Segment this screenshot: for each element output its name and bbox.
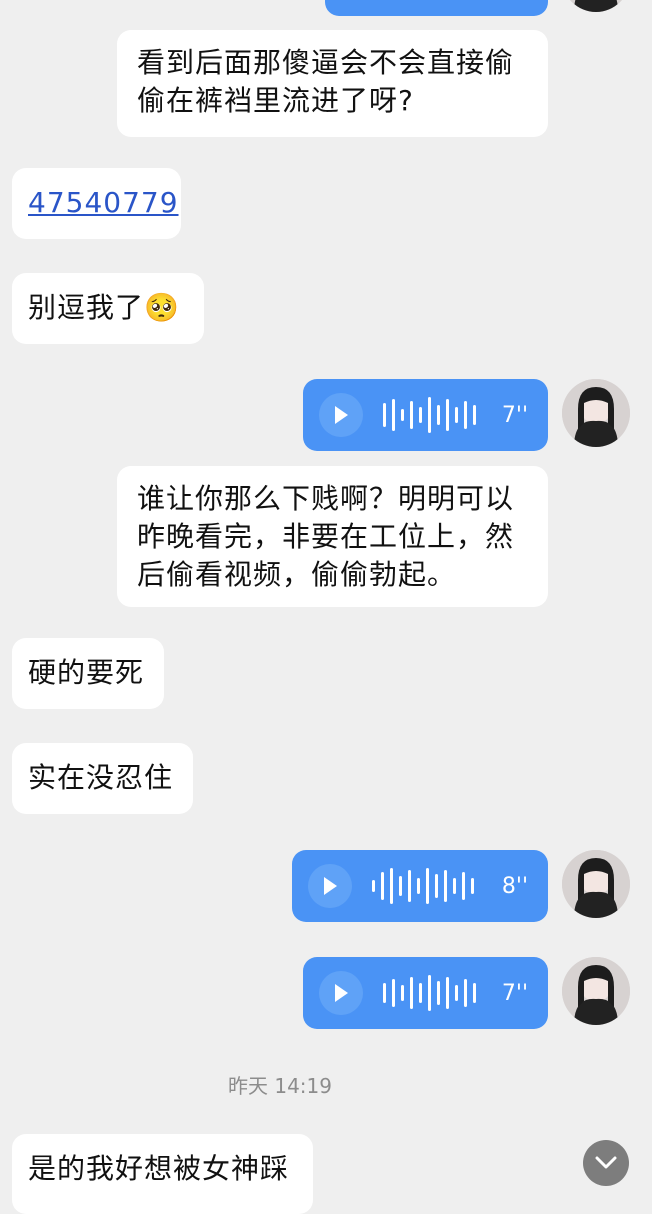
waveform-icon [383,975,476,1011]
voice-message[interactable]: 7'' [303,957,548,1029]
waveform-icon [372,868,474,904]
voice-duration: 8'' [501,873,528,899]
play-icon[interactable] [308,864,352,908]
play-icon[interactable] [319,971,363,1015]
message-text-line: 偷在裤裆里流进了呀? [137,84,414,117]
message-text-line: 看到后面那傻逼会不会直接偷 [137,46,515,79]
voice-message-top-partial[interactable] [325,0,548,16]
message-text: 别逗我了 [28,291,145,324]
avatar-image [562,850,630,918]
voice-message[interactable]: 7'' [303,379,548,451]
avatar-image [562,0,630,12]
message-bubble[interactable]: 硬的要死 [12,638,164,709]
voice-duration: 7'' [501,980,528,1006]
chevron-down-icon [595,1156,617,1169]
message-text: 硬的要死 [28,656,145,689]
message-bubble[interactable]: 实在没忍住 [12,743,193,814]
avatar[interactable] [562,850,630,918]
pleading-face-icon: 🥺 [144,291,180,324]
message-bubble[interactable]: 谁让你那么下贱啊？明明可以 昨晚看完，非要在工位上，然 后偷看视频，偷偷勃起。 [117,466,548,607]
avatar[interactable] [562,379,630,447]
avatar-image [562,379,630,447]
voice-message[interactable]: 8'' [292,850,548,922]
message-bubble[interactable]: 别逗我了🥺 [12,273,204,344]
waveform-icon [383,397,476,433]
message-bubble[interactable]: 是的我好想被女神踩 [12,1134,313,1214]
voice-duration: 7'' [501,402,528,428]
phone-number-link[interactable]: 47540779 [28,186,179,219]
message-bubble[interactable]: 47540779 [12,168,181,239]
message-text-line: 谁让你那么下贱啊？明明可以 [137,482,515,515]
play-icon[interactable] [319,393,363,437]
avatar[interactable] [562,957,630,1025]
message-timestamp: 昨天 14:19 [228,1074,332,1098]
message-text: 实在没忍住 [28,761,174,794]
message-text-line: 昨晚看完，非要在工位上，然 [137,520,515,553]
message-text-line: 后偷看视频，偷偷勃起。 [137,558,457,591]
avatar-top-partial[interactable] [562,0,630,12]
scroll-to-bottom-button[interactable] [583,1140,629,1186]
message-bubble[interactable]: 看到后面那傻逼会不会直接偷 偷在裤裆里流进了呀? [117,30,548,137]
avatar-image [562,957,630,1025]
message-text: 是的我好想被女神踩 [28,1152,290,1185]
